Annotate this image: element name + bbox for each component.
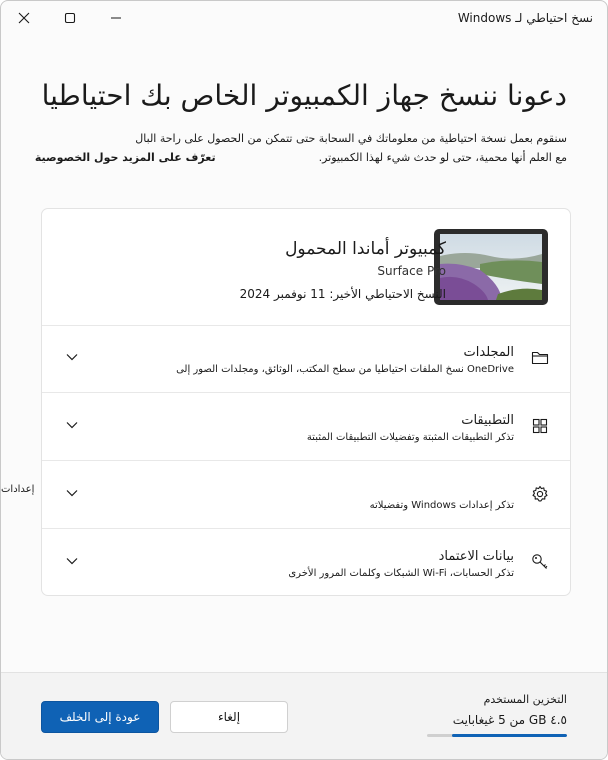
description-text: مع العلم أنها محمية، حتى لو حدث شيء لهذا… bbox=[318, 151, 567, 164]
gear-icon bbox=[530, 484, 550, 504]
section-folders[interactable]: المجلدات OneDrive نسخ الملفات احتياطيا م… bbox=[42, 325, 570, 393]
section-subtitle: تذكر الحسابات، Wi-Fi الشبكات وكلمات المر… bbox=[288, 568, 514, 579]
chevron-down-icon[interactable] bbox=[64, 553, 80, 569]
section-subtitle: OneDrive نسخ الملفات احتياطيا من سطح الم… bbox=[176, 364, 514, 375]
close-button[interactable] bbox=[1, 1, 47, 35]
last-backup-date: النسخ الاحتياطي الأخير: 11 نوفمبر 2024 bbox=[239, 287, 446, 301]
storage-progress-fill bbox=[452, 734, 567, 737]
close-icon bbox=[18, 12, 30, 24]
back-button[interactable]: عودة إلى الخلف bbox=[41, 701, 159, 733]
storage-label: التخزين المستخدم bbox=[483, 693, 567, 706]
folder-icon bbox=[530, 348, 550, 368]
section-apps[interactable]: التطبيقات تذكر التطبيقات المثبتة وتفضيلا… bbox=[42, 393, 570, 461]
section-subtitle: تذكر إعدادات Windows وتفضيلاته bbox=[369, 500, 514, 511]
section-title: التطبيقات bbox=[461, 413, 514, 428]
key-icon bbox=[530, 552, 550, 572]
storage-value: ٤.٥ GB من 5 غيغابايت bbox=[452, 713, 567, 727]
landscape-wallpaper-image bbox=[440, 234, 542, 300]
device-summary: كمبيوتر أماندا المحمول Surface Pro النسخ… bbox=[42, 209, 570, 326]
device-thumbnail bbox=[434, 229, 548, 305]
device-name: كمبيوتر أماندا المحمول bbox=[285, 239, 446, 259]
section-title: بيانات الاعتماد bbox=[438, 549, 514, 564]
backup-card: كمبيوتر أماندا المحمول Surface Pro النسخ… bbox=[41, 208, 571, 596]
storage-progress-bar bbox=[427, 734, 567, 737]
section-credentials[interactable]: بيانات الاعتماد تذكر الحسابات، Wi-Fi الش… bbox=[42, 529, 570, 596]
window-title: نسخ احتياطي لـ Windows bbox=[457, 11, 593, 25]
minimize-icon bbox=[111, 17, 121, 19]
chevron-down-icon[interactable] bbox=[64, 417, 80, 433]
footer-bar: عودة إلى الخلف إلغاء التخزين المستخدم ٤.… bbox=[1, 672, 607, 759]
title-bar: نسخ احتياطي لـ Windows bbox=[1, 1, 607, 35]
chevron-down-icon[interactable] bbox=[64, 349, 80, 365]
privacy-link[interactable]: تعرّف على المزيد حول الخصوصية bbox=[35, 151, 216, 164]
description: سنقوم بعمل نسخة احتياطية من معلوماتك في … bbox=[27, 129, 567, 167]
description-line-2: مع العلم أنها محمية، حتى لو حدث شيء لهذا… bbox=[27, 148, 567, 167]
page-heading: دعونا ننسخ جهاز الكمبيوتر الخاص بك احتيا… bbox=[41, 79, 567, 112]
chevron-down-icon[interactable] bbox=[64, 485, 80, 501]
backup-window: نسخ احتياطي لـ Windows دعونا ننسخ جهاز ا… bbox=[0, 0, 608, 760]
maximize-icon bbox=[64, 12, 76, 24]
section-title: المجلدات bbox=[463, 345, 514, 360]
cancel-button[interactable]: إلغاء bbox=[170, 701, 288, 733]
settings-overflow-label: إعدادات bbox=[1, 484, 35, 495]
apps-icon bbox=[530, 416, 550, 436]
description-line-1: سنقوم بعمل نسخة احتياطية من معلوماتك في … bbox=[135, 132, 567, 145]
minimize-button[interactable] bbox=[93, 1, 139, 35]
section-subtitle: تذكر التطبيقات المثبتة وتفضيلات التطبيقا… bbox=[306, 432, 514, 443]
device-model: Surface Pro bbox=[377, 264, 446, 278]
section-settings[interactable]: تذكر إعدادات Windows وتفضيلاته bbox=[42, 461, 570, 529]
maximize-button[interactable] bbox=[47, 1, 93, 35]
